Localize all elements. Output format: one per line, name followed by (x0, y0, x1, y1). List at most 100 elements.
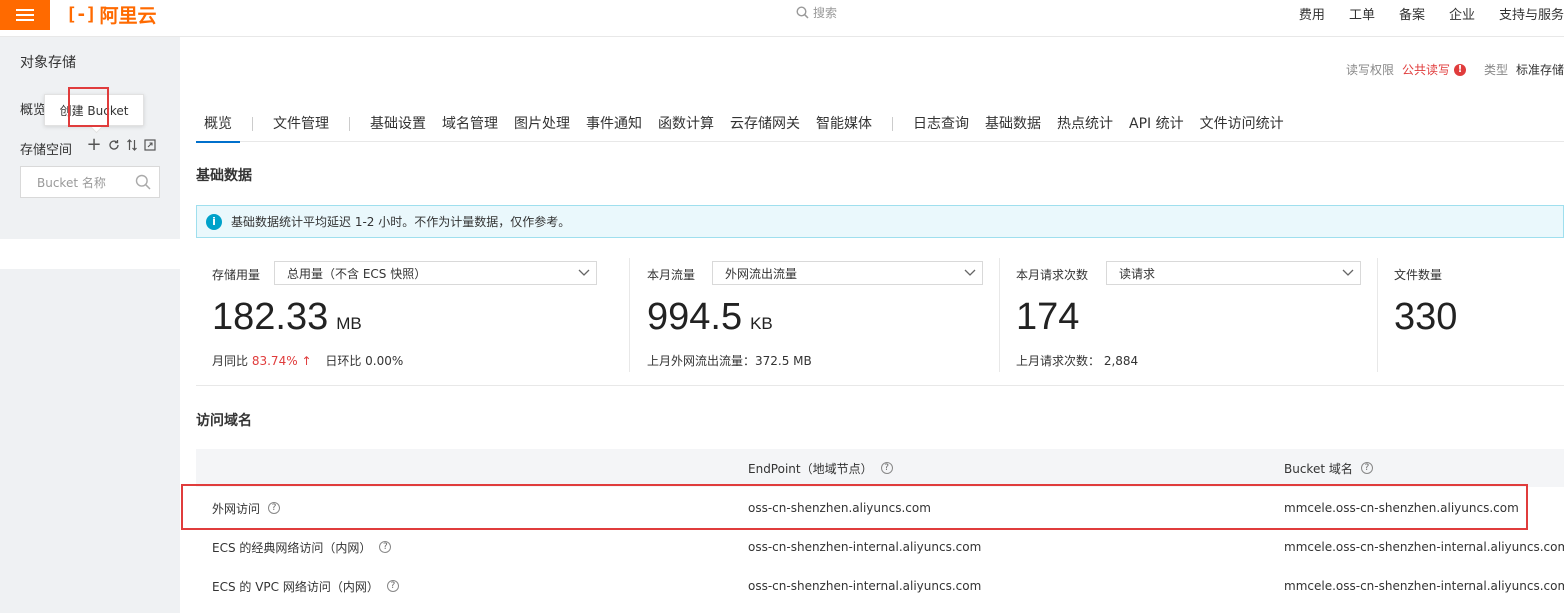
tab-file-access-stats[interactable]: 文件访问统计 (1192, 107, 1292, 141)
tab-cloud-storage-gateway[interactable]: 云存储网关 (722, 107, 808, 141)
nav-billing[interactable]: 费用 (1299, 4, 1325, 23)
header-endpoint: EndPoint（地域节点） ? (748, 449, 893, 487)
traffic-unit: KB (750, 314, 773, 333)
warning-icon: ! (1453, 63, 1466, 76)
add-bucket-icon[interactable]: + (86, 136, 102, 154)
annotation-box-add-bucket (68, 87, 109, 127)
tab-domain-management[interactable]: 域名管理 (434, 107, 506, 141)
stat-divider (1377, 258, 1378, 372)
header-bucket-label: Bucket 域名 (1284, 461, 1353, 476)
row-endpoint: oss-cn-shenzhen-internal.aliyuncs.com (748, 579, 982, 593)
storage-type-label: 类型 (1483, 63, 1508, 77)
sidebar-item-overview[interactable]: 概览 (20, 99, 46, 118)
tab-basic-data[interactable]: 基础数据 (977, 107, 1049, 141)
storage-select[interactable]: 总用量（不含 ECS 快照） (274, 261, 597, 285)
help-icon[interactable]: ? (1360, 462, 1373, 474)
stat-requests: 本月请求次数 读请求 174 上月请求次数： 2,884 (1016, 252, 1366, 372)
help-icon[interactable]: ? (386, 580, 399, 592)
mom-label: 月同比 (212, 354, 249, 368)
row-name-label: ECS 的经典网络访问（内网） (212, 540, 372, 555)
help-icon[interactable]: ? (880, 462, 893, 474)
requests-label: 本月请求次数 (1016, 268, 1089, 282)
row-bucket-domain: mmcele.oss-cn-shenzhen-internal.aliyuncs… (1284, 579, 1564, 593)
brand-logo[interactable]: [-] 阿里云 (66, 2, 157, 27)
row-name-label: ECS 的 VPC 网络访问（内网） (212, 579, 379, 594)
traffic-last-month: 上月外网流出流量：372.5 MB (647, 354, 812, 368)
tab-basic-settings[interactable]: 基础设置 (362, 107, 434, 141)
traffic-select-value: 外网流出流量 (725, 266, 798, 281)
storage-number: 182.33 (212, 296, 329, 338)
help-icon[interactable]: ? (379, 541, 392, 553)
search-placeholder: 搜索 (813, 6, 838, 20)
info-notice: i 基础数据统计平均延迟 1-2 小时。不作为计量数据，仅作参考。 (196, 205, 1564, 238)
chevron-down-icon (964, 269, 976, 276)
search-icon[interactable] (135, 174, 151, 190)
bucket-permission-bar: 读写权限 公共读写 ! 类型 标准存储 (1346, 61, 1564, 78)
header-endpoint-label: EndPoint（地域节点） (748, 461, 873, 476)
sidebar-storage-label: 存储空间 (20, 143, 73, 158)
tab-divider (252, 117, 253, 131)
requests-select-value: 读请求 (1119, 266, 1156, 281)
storage-comparison: 月同比 83.74% ↑ 日环比 0.00% (212, 352, 403, 369)
logo-text: 阿里云 (99, 4, 157, 27)
bucket-list-item-active[interactable] (0, 239, 180, 269)
access-domains-title: 访问域名 (196, 413, 252, 429)
menu-icon[interactable] (0, 0, 50, 30)
tab-overview[interactable]: 概览 (196, 107, 240, 143)
requests-last-month: 上月请求次数： 2,884 (1016, 354, 1139, 368)
refresh-icon[interactable] (108, 139, 120, 151)
tab-hotspot-stats[interactable]: 热点统计 (1049, 107, 1121, 141)
nav-support[interactable]: 支持与服务 (1499, 4, 1564, 23)
nav-tickets[interactable]: 工单 (1349, 4, 1375, 23)
tab-function-compute[interactable]: 函数计算 (650, 107, 722, 141)
search-icon (796, 6, 809, 19)
files-label: 文件数量 (1394, 268, 1443, 282)
traffic-label: 本月流量 (647, 268, 696, 282)
expand-icon[interactable] (144, 139, 156, 151)
global-search[interactable]: 搜索 (796, 4, 837, 21)
chevron-down-icon (578, 269, 590, 276)
storage-value: 182.33 MB (212, 296, 362, 339)
bucket-tabs: 概览 文件管理 基础设置 域名管理 图片处理 事件通知 函数计算 云存储网关 智… (196, 107, 1564, 143)
bucket-search-placeholder: Bucket 名称 (37, 175, 106, 190)
rw-permission-value: 公共读写 (1401, 63, 1450, 77)
table-row: ECS 的经典网络访问（内网） ? oss-cn-shenzhen-intern… (196, 528, 1564, 567)
bucket-search-input[interactable]: Bucket 名称 (20, 166, 160, 198)
row-name: ECS 的经典网络访问（内网） ? (212, 528, 392, 566)
nav-icp[interactable]: 备案 (1399, 4, 1425, 23)
storage-actions: + (86, 136, 156, 154)
stat-files: 文件数量 330 (1394, 252, 1564, 372)
stat-divider (999, 258, 1000, 372)
sidebar-title: 对象存储 (20, 55, 76, 71)
arrow-up-icon: ↑ (301, 354, 312, 368)
requests-select[interactable]: 读请求 (1106, 261, 1361, 285)
traffic-select[interactable]: 外网流出流量 (712, 261, 983, 285)
top-bar: [-] 阿里云 搜索 费用 工单 备案 企业 支持与服务 (0, 0, 1564, 37)
stat-divider (629, 258, 630, 372)
table-row: ECS 的 VPC 网络访问（内网） ? oss-cn-shenzhen-int… (196, 567, 1564, 606)
tab-divider (892, 117, 893, 131)
traffic-number: 994.5 (647, 296, 743, 338)
tab-event-notification[interactable]: 事件通知 (578, 107, 650, 141)
rw-permission-label: 读写权限 (1345, 63, 1394, 77)
bucket-list-item[interactable] (0, 207, 180, 239)
tab-log-query[interactable]: 日志查询 (905, 107, 977, 141)
tab-api-stats[interactable]: API 统计 (1121, 107, 1192, 141)
traffic-value: 994.5 KB (647, 296, 773, 339)
row-name: ECS 的 VPC 网络访问（内网） ? (212, 567, 399, 605)
basic-data-title: 基础数据 (196, 168, 252, 184)
tab-file-management[interactable]: 文件管理 (265, 107, 337, 141)
tab-image-processing[interactable]: 图片处理 (506, 107, 578, 141)
tab-intelligent-media[interactable]: 智能媒体 (808, 107, 880, 141)
storage-unit: MB (336, 314, 362, 333)
stat-traffic: 本月流量 外网流出流量 994.5 KB 上月外网流出流量：372.5 MB (647, 252, 987, 372)
mom-value: 83.74% (251, 354, 298, 368)
info-icon: i (206, 213, 222, 230)
stat-storage: 存储用量 总用量（不含 ECS 快照） 182.33 MB 月同比 83.74% … (212, 252, 612, 372)
sort-icon[interactable] (126, 139, 138, 151)
table-header: EndPoint（地域节点） ? Bucket 域名 ? (196, 449, 1564, 487)
nav-enterprise[interactable]: 企业 (1449, 4, 1475, 23)
requests-value: 174 (1016, 296, 1080, 338)
tab-divider (349, 117, 350, 131)
files-value: 330 (1394, 296, 1458, 338)
